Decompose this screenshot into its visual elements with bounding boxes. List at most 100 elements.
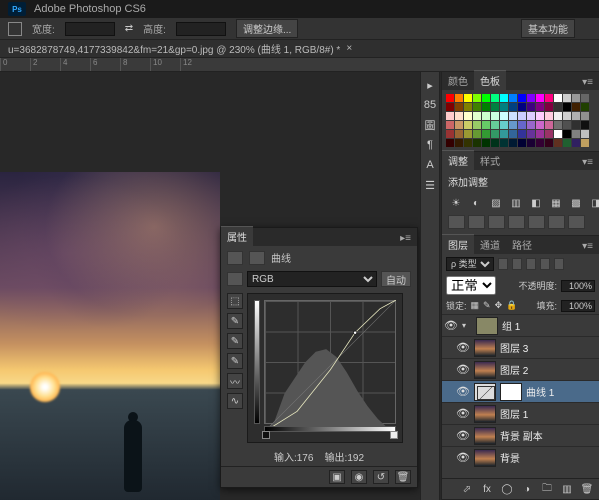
visibility-icon[interactable]: 👁 xyxy=(456,363,470,376)
swatch[interactable] xyxy=(545,112,553,120)
new-layer-icon[interactable]: ▥ xyxy=(559,482,575,496)
adj-preset-icon[interactable] xyxy=(548,215,565,229)
black-point-slider[interactable] xyxy=(262,431,270,439)
swatch[interactable] xyxy=(563,112,571,120)
layer-row[interactable]: 👁曲线 1 xyxy=(442,380,599,402)
swatch[interactable] xyxy=(491,103,499,111)
swatch[interactable] xyxy=(491,112,499,120)
link-layers-icon[interactable]: ⬀ xyxy=(459,482,475,496)
smooth-curve-icon[interactable]: ∿ xyxy=(227,393,243,409)
swatch[interactable] xyxy=(563,121,571,129)
swatch[interactable] xyxy=(527,112,535,120)
swatch[interactable] xyxy=(509,112,517,120)
adj-preset-icon[interactable] xyxy=(568,215,585,229)
swatch[interactable] xyxy=(545,139,553,147)
delete-layer-icon[interactable]: 🗑 xyxy=(579,482,595,496)
clip-to-layer-icon[interactable]: ▣ xyxy=(329,470,345,484)
swatch[interactable] xyxy=(500,94,508,102)
adjustment-icon[interactable]: ▨ xyxy=(488,195,504,211)
reset-icon[interactable]: ↺ xyxy=(373,470,389,484)
swatch[interactable] xyxy=(572,121,580,129)
preset-icon[interactable] xyxy=(227,272,243,286)
adj-preset-icon[interactable] xyxy=(448,215,465,229)
swap-icon[interactable]: ⇄ xyxy=(125,23,133,34)
new-group-icon[interactable]: 🗀 xyxy=(539,482,555,496)
swatch[interactable] xyxy=(455,130,463,138)
swatch[interactable] xyxy=(509,130,517,138)
visibility-icon[interactable]: 👁 xyxy=(456,429,470,442)
swatch[interactable] xyxy=(518,130,526,138)
layer-mask-icon[interactable]: ◯ xyxy=(499,482,515,496)
swatch[interactable] xyxy=(482,130,490,138)
filter-shape-icon[interactable] xyxy=(540,258,550,270)
swatch[interactable] xyxy=(518,139,526,147)
swatch[interactable] xyxy=(500,139,508,147)
fill-value[interactable]: 100% xyxy=(561,300,595,312)
swatch[interactable] xyxy=(464,112,472,120)
swatch[interactable] xyxy=(554,121,562,129)
swatch[interactable] xyxy=(554,130,562,138)
swatch[interactable] xyxy=(554,112,562,120)
swatch[interactable] xyxy=(473,103,481,111)
swatch[interactable] xyxy=(446,130,454,138)
close-tab-icon[interactable]: × xyxy=(346,43,352,54)
swatch[interactable] xyxy=(536,121,544,129)
swatch[interactable] xyxy=(581,94,589,102)
swatch[interactable] xyxy=(446,139,454,147)
swatch[interactable] xyxy=(581,112,589,120)
filter-type-icon[interactable] xyxy=(526,258,536,270)
swatch[interactable] xyxy=(482,139,490,147)
swatch[interactable] xyxy=(446,112,454,120)
swatch[interactable] xyxy=(464,103,472,111)
layer-name[interactable]: 背景 xyxy=(500,450,520,465)
swatch[interactable] xyxy=(482,112,490,120)
swatch[interactable] xyxy=(536,139,544,147)
swatch[interactable] xyxy=(509,103,517,111)
swatch[interactable] xyxy=(518,112,526,120)
blend-mode-select[interactable]: 正常 xyxy=(446,276,496,295)
swatch[interactable] xyxy=(473,94,481,102)
swatch[interactable] xyxy=(491,130,499,138)
swatch[interactable] xyxy=(536,130,544,138)
swatch[interactable] xyxy=(581,130,589,138)
swatch[interactable] xyxy=(572,103,580,111)
lock-all-icon[interactable]: 🔒 xyxy=(506,300,517,311)
swatch[interactable] xyxy=(464,94,472,102)
swatch[interactable] xyxy=(446,121,454,129)
mask-thumb[interactable] xyxy=(500,383,522,401)
pencil-curve-icon[interactable]: 〰 xyxy=(227,373,243,389)
layer-name[interactable]: 组 1 xyxy=(502,318,520,333)
swatch[interactable] xyxy=(446,103,454,111)
properties-panel[interactable]: 属性 ▸≡ 曲线 RGB 自动 ⬚ ✎ ✎ ✎ 〰 ∿ xyxy=(220,227,418,488)
layer-row[interactable]: 👁图层 3 xyxy=(442,336,599,358)
white-point-slider[interactable] xyxy=(390,431,398,439)
swatch[interactable] xyxy=(473,121,481,129)
strip-icon-2[interactable]: ☰ xyxy=(423,178,437,192)
layer-row[interactable]: 👁背景 xyxy=(442,446,599,468)
swatch[interactable] xyxy=(491,139,499,147)
swatch[interactable] xyxy=(509,121,517,129)
tab-paths[interactable]: 路径 xyxy=(506,235,538,254)
panel-menu-icon[interactable]: ▾≡ xyxy=(576,75,599,90)
swatch[interactable] xyxy=(527,121,535,129)
swatch[interactable] xyxy=(527,130,535,138)
swatch[interactable] xyxy=(554,139,562,147)
filter-smart-icon[interactable] xyxy=(554,258,564,270)
filter-pixel-icon[interactable] xyxy=(498,258,508,270)
panel-menu-icon[interactable]: ▾≡ xyxy=(576,155,599,170)
layer-name[interactable]: 图层 3 xyxy=(500,340,528,355)
lock-position-icon[interactable]: ✥ xyxy=(495,300,503,311)
height-input[interactable] xyxy=(176,22,226,36)
layer-name[interactable]: 曲线 1 xyxy=(526,384,554,399)
swatch[interactable] xyxy=(554,94,562,102)
adjustment-icon[interactable]: ◧ xyxy=(528,195,544,211)
swatch[interactable] xyxy=(446,94,454,102)
filter-adjust-icon[interactable] xyxy=(512,258,522,270)
layer-list[interactable]: 👁▾组 1👁图层 3👁图层 2👁曲线 1👁图层 1👁背景 副本👁背景 xyxy=(442,314,599,468)
swatch[interactable] xyxy=(509,139,517,147)
sample-white-icon[interactable]: ✎ xyxy=(227,353,243,369)
swatch[interactable] xyxy=(563,94,571,102)
layer-row[interactable]: 👁图层 2 xyxy=(442,358,599,380)
layer-row[interactable]: 👁图层 1 xyxy=(442,402,599,424)
panel-menu-icon[interactable]: ▾≡ xyxy=(576,239,599,254)
